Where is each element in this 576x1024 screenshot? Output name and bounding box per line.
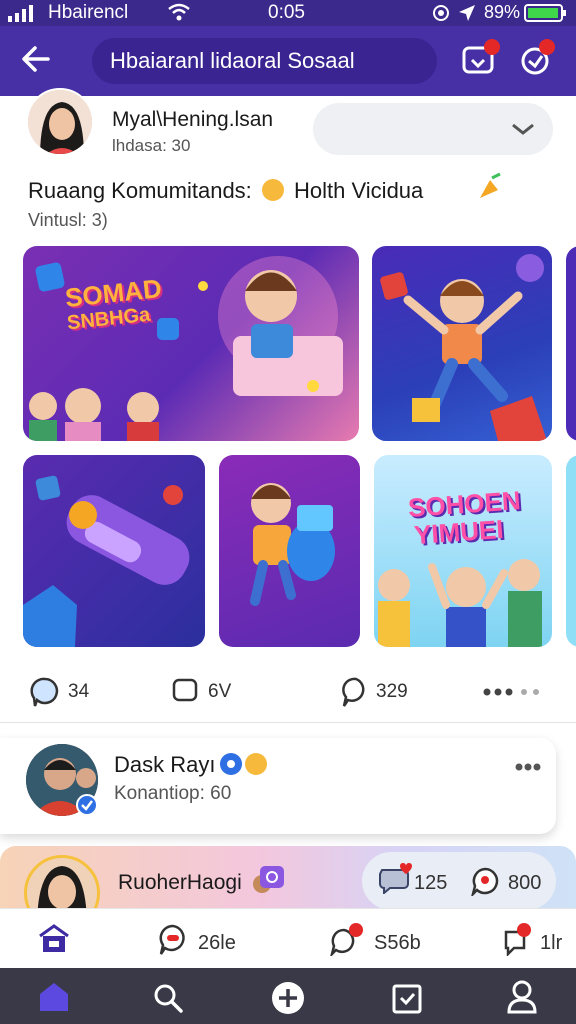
at-icon bbox=[433, 5, 449, 21]
notifications-tab-icon[interactable] bbox=[500, 922, 536, 956]
status-bar: Hbairencl 0:05 89% bbox=[0, 0, 576, 26]
more-options-icon[interactable] bbox=[515, 762, 541, 772]
post-title: Ruaang Komumitands: Holth Vicidua bbox=[28, 178, 423, 204]
post-image-3[interactable] bbox=[23, 455, 205, 647]
card5-logo-line2: YIMUEI bbox=[413, 513, 505, 551]
party-icon bbox=[480, 172, 501, 198]
inbox-icon[interactable] bbox=[460, 38, 504, 78]
battery-icon bbox=[524, 4, 566, 22]
alerts-tab-icon[interactable] bbox=[330, 922, 366, 956]
next-post-comments: 800 bbox=[508, 872, 542, 894]
post-caption: Vintusl: 3) bbox=[28, 210, 108, 230]
carrier-label: Hbairencl bbox=[48, 2, 129, 23]
next-post-username[interactable]: RuoherHaogi bbox=[118, 871, 242, 895]
search-field[interactable]: Hbaiaranl lidaoral Sosaal bbox=[92, 38, 437, 84]
notifications-tab-count: 1lr bbox=[540, 932, 563, 954]
contact-name[interactable]: Dask Rayı bbox=[114, 752, 215, 778]
home-tab-icon[interactable] bbox=[38, 924, 70, 954]
messages-tab-count: 26le bbox=[198, 932, 236, 954]
comments-count: 6V bbox=[208, 681, 232, 702]
refresh-icon[interactable] bbox=[515, 38, 559, 78]
comment-bubble-icon[interactable] bbox=[470, 866, 500, 896]
post-image-1[interactable]: SOMAD SNBHGa bbox=[23, 246, 359, 441]
verified-badge-icon bbox=[76, 794, 98, 816]
blaster-icon bbox=[23, 475, 190, 647]
post-image-5[interactable]: SOHOEN YIMUEI bbox=[374, 455, 552, 647]
post-author-avatar[interactable] bbox=[26, 88, 94, 156]
post-author-name[interactable]: Myal\Hening.lsan bbox=[112, 108, 273, 132]
battery-percent: 89% bbox=[484, 2, 521, 22]
contact-subtitle: Konantiop: 60 bbox=[114, 783, 232, 804]
post-image-overflow-2[interactable] bbox=[566, 455, 576, 647]
shares-count: 329 bbox=[376, 681, 408, 702]
alerts-tab-count: S56b bbox=[374, 932, 421, 954]
verified-icon bbox=[220, 753, 267, 775]
comment-icon[interactable] bbox=[172, 678, 198, 704]
search-nav-icon[interactable] bbox=[152, 982, 184, 1014]
post-image-4[interactable] bbox=[219, 455, 360, 647]
post-image-overflow-1[interactable] bbox=[566, 246, 576, 441]
create-post-icon[interactable] bbox=[270, 980, 306, 1016]
share-icon[interactable] bbox=[340, 676, 370, 708]
divider bbox=[0, 722, 576, 723]
emoji-icon bbox=[253, 866, 284, 893]
signal-icon bbox=[8, 5, 33, 22]
smile-emoji-icon bbox=[261, 179, 284, 201]
cartoon-illustration-icon bbox=[29, 256, 343, 441]
location-icon bbox=[459, 5, 475, 21]
post-image-2[interactable] bbox=[372, 246, 552, 441]
reactions-count: 125 bbox=[414, 872, 448, 894]
post-author-subtitle: lhdasa: 30 bbox=[112, 136, 191, 155]
person-icon bbox=[28, 90, 92, 154]
post-title-suffix: Holth Vicidua bbox=[294, 178, 424, 203]
back-arrow-icon[interactable] bbox=[20, 44, 52, 74]
profile-nav-icon[interactable] bbox=[506, 980, 538, 1014]
wifi-icon bbox=[168, 3, 190, 21]
chevron-down-icon bbox=[512, 123, 534, 135]
search-text: Hbaiaranl lidaoral Sosaal bbox=[110, 48, 355, 73]
celebrating-kids-icon bbox=[378, 559, 542, 647]
more-dots-icon[interactable] bbox=[482, 686, 542, 698]
home-nav-icon[interactable] bbox=[38, 982, 70, 1012]
jumping-boy-icon bbox=[380, 254, 547, 441]
messages-tab-icon[interactable] bbox=[158, 924, 188, 956]
checklist-nav-icon[interactable] bbox=[392, 982, 422, 1014]
gamer-boy-icon bbox=[250, 483, 335, 606]
clock: 0:05 bbox=[268, 2, 305, 23]
like-bubble-icon[interactable] bbox=[30, 676, 60, 708]
secondary-tab-bar bbox=[0, 908, 576, 968]
heart-reaction-icon[interactable] bbox=[378, 862, 414, 894]
likes-count: 34 bbox=[68, 681, 90, 702]
post-title-text: Ruaang Komumitands: bbox=[28, 178, 252, 203]
dropdown-pill[interactable] bbox=[313, 103, 553, 155]
